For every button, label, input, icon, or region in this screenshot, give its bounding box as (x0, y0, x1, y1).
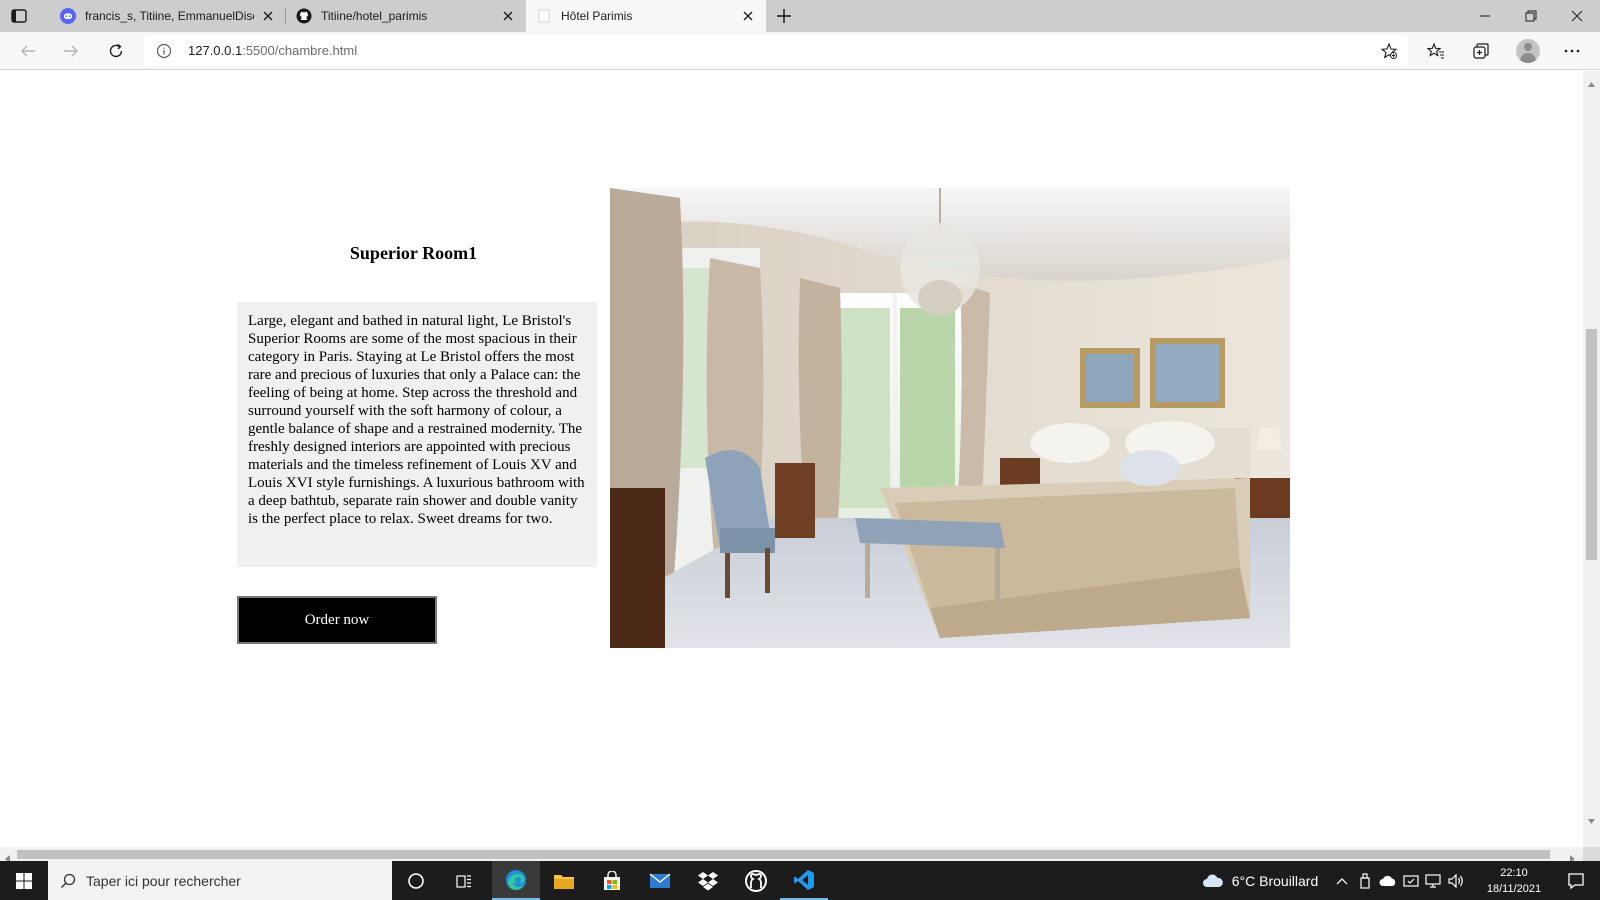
tab-title: Titiine/hotel_parimis (321, 9, 428, 23)
vertical-scrollbar[interactable] (1583, 71, 1600, 847)
collections-icon[interactable] (1471, 41, 1491, 61)
clock-time: 22:10 (1500, 867, 1528, 879)
discord-icon (60, 8, 76, 24)
add-favorite-icon[interactable] (1380, 42, 1398, 60)
forward-icon[interactable] (61, 41, 81, 61)
scroll-right-icon[interactable] (1568, 849, 1577, 863)
avatar-shoulders (1520, 53, 1536, 63)
tab-title: francis_s, Titiine, EmmanuelDisco (85, 9, 254, 23)
notifications-icon[interactable] (1552, 861, 1600, 900)
browser-toolbar: 127.0.0.1:5500/chambre.html (0, 32, 1600, 70)
task-view-icon[interactable] (440, 861, 488, 900)
volume-icon[interactable] (1444, 861, 1468, 900)
mail-icon[interactable] (636, 861, 684, 900)
vertical-scroll-thumb[interactable] (1586, 329, 1597, 560)
refresh-icon[interactable] (106, 41, 126, 61)
close-tab-icon[interactable] (740, 8, 756, 24)
new-tab-plus-icon[interactable] (774, 6, 794, 26)
cloud-icon (1202, 874, 1224, 888)
dropbox-icon[interactable] (684, 861, 732, 900)
scrollbar-corner (1583, 847, 1600, 861)
profile-avatar[interactable] (1516, 39, 1540, 63)
room-photo (610, 188, 1290, 648)
favorites-icon[interactable] (1426, 41, 1446, 61)
network-icon[interactable] (1422, 861, 1444, 900)
file-explorer-icon[interactable] (540, 861, 588, 900)
url-host: 127.0.0.1 (188, 43, 243, 58)
windows-start-icon[interactable] (0, 861, 48, 900)
taskbar-search[interactable]: Taper ici pour rechercher (48, 861, 392, 900)
address-bar[interactable]: 127.0.0.1:5500/chambre.html (144, 35, 1408, 67)
scroll-down-icon[interactable] (1587, 811, 1596, 824)
back-icon[interactable] (18, 41, 38, 61)
tab-title: Hôtel Parimis (561, 9, 633, 23)
close-tab-icon[interactable] (260, 8, 276, 24)
edge-taskbar-icon[interactable] (492, 861, 540, 900)
weather-text: 6°C Brouillard (1231, 872, 1319, 889)
page-icon (536, 8, 552, 24)
restore-icon[interactable] (1508, 0, 1554, 32)
scroll-up-icon[interactable] (1587, 74, 1596, 87)
horizontal-scrollbar[interactable] (0, 847, 1583, 863)
room-description: Large, elegant and bathed in natural lig… (237, 302, 597, 567)
close-window-icon[interactable] (1554, 0, 1600, 32)
horizontal-scroll-thumb[interactable] (17, 850, 1550, 859)
taskbar: Taper ici pour rechercher 6°C Brouillard (0, 861, 1600, 900)
usb-device-icon[interactable] (1354, 861, 1376, 900)
minimize-icon[interactable] (1462, 0, 1508, 32)
room-title: Superior Room1 (349, 243, 478, 263)
vscode-icon[interactable] (780, 861, 828, 900)
url-path: :5500/chambre.html (242, 43, 358, 58)
avatar-head (1524, 43, 1532, 51)
info-icon[interactable] (156, 43, 172, 59)
store-icon[interactable] (588, 861, 636, 900)
page-viewport: Superior Room1 Large, elegant and bathed… (0, 71, 1583, 847)
show-hidden-icons-icon[interactable] (1330, 861, 1354, 900)
github-icon (296, 8, 312, 24)
scroll-left-icon[interactable] (3, 849, 12, 863)
close-tab-icon[interactable] (500, 8, 516, 24)
security-icon[interactable] (1400, 861, 1422, 900)
tab-actions-icon[interactable] (10, 7, 28, 25)
github-desktop-icon[interactable] (732, 861, 780, 900)
clock-date: 18/11/2021 (1486, 883, 1542, 895)
tab-bar: francis_s, Titiine, EmmanuelDisco Titiin… (0, 0, 1600, 32)
search-placeholder: Taper ici pour rechercher (86, 872, 241, 889)
onedrive-icon[interactable] (1376, 861, 1400, 900)
url-text[interactable]: 127.0.0.1:5500/chambre.html (188, 43, 357, 58)
weather-widget[interactable]: 6°C Brouillard (1200, 861, 1320, 900)
cortana-icon[interactable] (392, 861, 440, 900)
tab-github[interactable]: Titiine/hotel_parimis (286, 0, 526, 32)
tab-discord[interactable]: francis_s, Titiine, EmmanuelDisco (50, 0, 286, 32)
clock[interactable]: 22:10 18/11/2021 (1481, 865, 1547, 897)
search-icon (60, 873, 76, 889)
more-options-icon[interactable] (1562, 41, 1582, 61)
order-now-button[interactable]: Order now (237, 596, 437, 644)
tab-hotel-parimis[interactable]: Hôtel Parimis (526, 0, 766, 32)
